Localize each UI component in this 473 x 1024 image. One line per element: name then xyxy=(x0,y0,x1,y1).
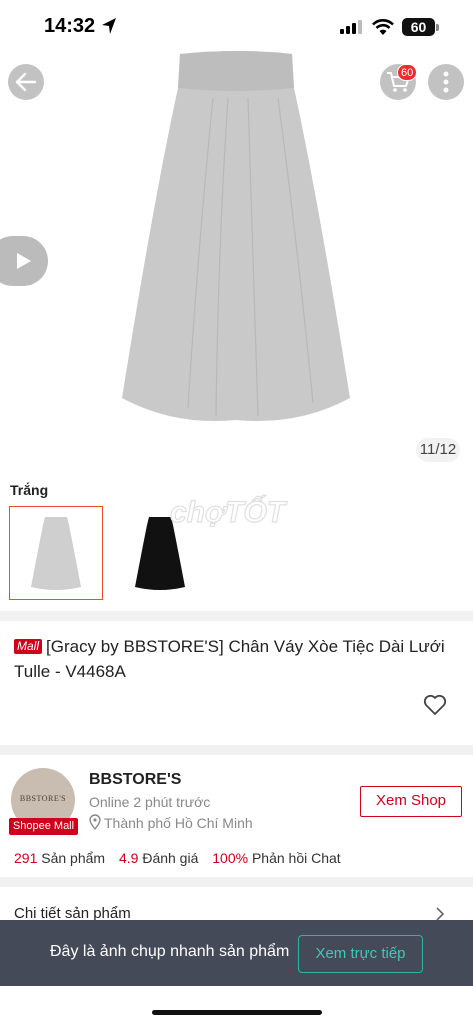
stat-products: 291 Sản phẩm xyxy=(14,850,105,866)
status-time: 14:32 xyxy=(44,15,96,37)
stat-rating: 4.9 Đánh giá xyxy=(119,850,198,866)
cellular-signal-icon xyxy=(340,20,362,34)
stat-value: 291 xyxy=(14,850,38,866)
snapshot-notice: Đây là ảnh chụp nhanh sản phẩm xyxy=(50,943,290,960)
variant-white-thumbnail[interactable] xyxy=(9,506,103,600)
status-bar: 14:32 60 xyxy=(0,0,473,56)
shop-online-status: Online 2 phút trước xyxy=(89,794,211,810)
stat-value: 100% xyxy=(212,850,249,866)
play-icon xyxy=(17,253,31,269)
shopee-mall-badge: Shopee Mall xyxy=(9,818,78,835)
location-pin-icon xyxy=(89,814,101,830)
battery-indicator: 60 xyxy=(402,18,435,36)
more-vertical-icon xyxy=(443,71,449,93)
wifi-icon xyxy=(372,19,394,35)
view-live-button[interactable]: Xem trực tiếp xyxy=(298,935,423,973)
section-divider xyxy=(0,745,473,755)
home-indicator[interactable] xyxy=(152,1010,322,1015)
arrow-left-icon xyxy=(15,72,37,92)
variant-label: Trắng xyxy=(10,482,49,498)
section-divider xyxy=(0,611,473,621)
product-image-skirt xyxy=(122,51,350,422)
product-image-viewer[interactable]: 60 11/12 xyxy=(0,0,473,470)
favorite-heart-icon[interactable] xyxy=(423,694,447,716)
shop-name[interactable]: BBSTORE'S xyxy=(89,771,181,789)
section-divider xyxy=(0,877,473,887)
stat-label: Đánh giá xyxy=(142,850,199,866)
cart-count-badge: 60 xyxy=(397,64,418,81)
more-options-button[interactable] xyxy=(428,64,464,100)
shop-stats: 291 Sản phẩm 4.9 Đánh giá 100% Phản hồi … xyxy=(14,850,351,866)
watermark-text: chợTỐT xyxy=(170,495,288,529)
mall-badge: Mall xyxy=(14,639,43,654)
play-video-button[interactable] xyxy=(0,236,48,286)
product-title-text: [Gracy by BBSTORE'S] Chân Váy Xòe Tiệc D… xyxy=(14,637,445,681)
white-skirt-thumbnail-icon xyxy=(31,517,81,590)
battery-nub xyxy=(436,24,439,31)
stat-value: 4.9 xyxy=(118,850,139,866)
stat-label: Phản hồi Chat xyxy=(251,850,341,866)
image-counter: 11/12 xyxy=(416,438,460,462)
location-arrow-icon xyxy=(102,18,116,34)
product-title: Mall [Gracy by BBSTORE'S] Chân Váy Xòe Ti… xyxy=(14,634,462,684)
shop-location: Thành phố Hồ Chí Minh xyxy=(104,815,253,831)
stat-label: Sản phẩm xyxy=(41,850,106,866)
stat-chat-response: 100% Phản hồi Chat xyxy=(212,850,340,866)
shop-avatar-text: BBSTORE'S xyxy=(19,794,67,803)
view-shop-button[interactable]: Xem Shop xyxy=(360,786,462,817)
chotot-watermark: chợTỐT xyxy=(169,494,288,529)
back-button[interactable] xyxy=(8,64,44,100)
home-area xyxy=(0,986,473,1024)
